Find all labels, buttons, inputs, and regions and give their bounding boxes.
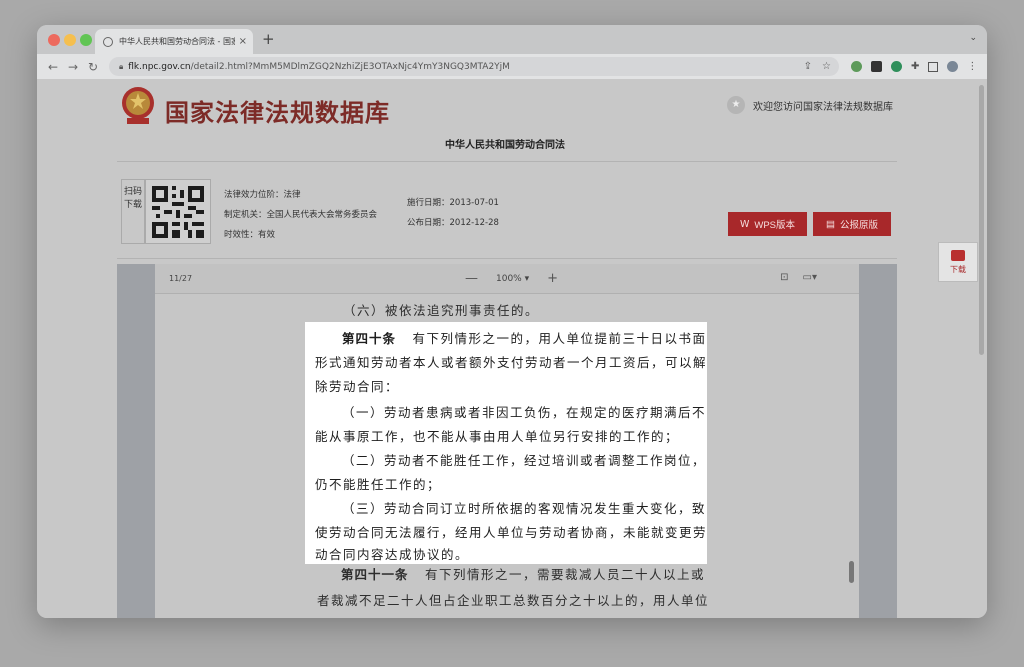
pdf-file-icon: ▤ bbox=[826, 218, 835, 230]
zoom-controls: — 100% ▾ + bbox=[465, 271, 558, 286]
url-text: flk.npc.gov.cn/detail2.html?MmM5MDlmZGQ2… bbox=[128, 61, 510, 72]
star-badge-icon: ★ bbox=[727, 96, 745, 114]
address-bar[interactable]: 🔒︎ flk.npc.gov.cn/detail2.html?MmM5MDlmZ… bbox=[109, 57, 839, 76]
article-40-line: 第四十条 有下列情形之一的，用人单位提前三十日以书面 bbox=[342, 331, 707, 346]
law-title: 中华人民共和国劳动合同法 bbox=[445, 140, 565, 151]
pdf-scrollbar[interactable] bbox=[849, 561, 854, 583]
text-line: 仍不能胜任工作的； bbox=[315, 477, 442, 492]
text-line: （二）劳动者不能胜任工作，经过培训或者调整工作岗位， bbox=[342, 453, 707, 468]
text-line: 使劳动合同无法履行，经用人单位与劳动者协商，未能就变更劳 bbox=[315, 525, 708, 540]
kebab-menu-icon[interactable]: ⋮ bbox=[967, 61, 977, 72]
text-line: （六）被依法追究刑事责任的。 bbox=[343, 303, 540, 318]
forward-icon[interactable]: → bbox=[63, 60, 83, 74]
close-window-button[interactable] bbox=[48, 34, 60, 46]
law-meta-left: 法律效力位阶：法律 制定机关：全国人民代表大会常务委员会 时效性：有效 bbox=[224, 185, 377, 245]
extension-dark-icon[interactable] bbox=[871, 61, 882, 72]
zoom-level-select[interactable]: 100% ▾ bbox=[496, 274, 529, 284]
puzzle-icon[interactable]: ✚ bbox=[911, 61, 919, 72]
zoom-out-button[interactable]: — bbox=[465, 271, 478, 286]
share-icon[interactable]: ⇪ bbox=[804, 61, 812, 72]
back-icon[interactable]: ← bbox=[43, 60, 63, 74]
wps-icon: 𝖶 bbox=[739, 218, 750, 230]
wps-version-button[interactable]: 𝖶 WPS版本 bbox=[728, 212, 807, 236]
chevron-down-icon[interactable]: ⌄ bbox=[969, 33, 977, 43]
download-icon bbox=[951, 249, 965, 261]
effective-date: 施行日期：2013-07-01 bbox=[407, 198, 499, 208]
divider bbox=[117, 258, 897, 259]
extension-green-icon[interactable] bbox=[851, 61, 862, 72]
gazette-original-button[interactable]: ▤ 公报原版 bbox=[813, 212, 891, 236]
bookmark-star-icon[interactable]: ☆ bbox=[822, 61, 831, 72]
highlighted-article-40: 第四十条 有下列情形之一的，用人单位提前三十日以书面 形式通知劳动者本人或者额外… bbox=[305, 322, 707, 564]
reload-icon[interactable]: ↻ bbox=[83, 60, 103, 74]
tab-title: 中华人民共和国劳动合同法 - 国家 bbox=[119, 37, 235, 46]
sidebar-icon[interactable] bbox=[928, 61, 939, 72]
minimize-window-button[interactable] bbox=[64, 34, 76, 46]
text-line: （三）劳动合同订立时所依据的客观情况发生重大变化，致 bbox=[342, 501, 707, 516]
extension-grammar-icon[interactable] bbox=[891, 61, 902, 72]
effect-level: 法律效力位阶：法律 bbox=[224, 190, 301, 200]
browser-toolbar: ← → ↻ 🔒︎ flk.npc.gov.cn/detail2.html?MmM… bbox=[37, 54, 987, 79]
scan-download-label: 扫码下载 bbox=[121, 179, 145, 244]
text-line: 除劳动合同： bbox=[315, 379, 400, 394]
view-mode-icon[interactable]: ▭▾ bbox=[803, 272, 817, 283]
enacting-authority: 制定机关：全国人民代表大会常务委员会 bbox=[224, 210, 378, 220]
page-counter: 11/27 bbox=[169, 274, 193, 283]
pdf-toolbar: 11/27 — 100% ▾ + ⊡ ▭▾ bbox=[155, 264, 859, 294]
national-emblem-icon bbox=[122, 87, 154, 124]
welcome-message: ★ 欢迎您访问国家法律法规数据库 bbox=[727, 96, 893, 114]
qr-code bbox=[145, 179, 211, 244]
floating-download-button[interactable]: 下载 bbox=[938, 242, 978, 282]
site-title: 国家法律法规数据库 bbox=[165, 99, 390, 127]
avatar[interactable] bbox=[947, 61, 959, 72]
text-line: 形式通知劳动者本人或者额外支付劳动者一个月工资后，可以解 bbox=[315, 355, 708, 370]
publish-date: 公布日期：2012-12-28 bbox=[407, 218, 499, 228]
zoom-window-button[interactable] bbox=[80, 34, 92, 46]
validity-status: 时效性：有效 bbox=[224, 230, 276, 240]
law-meta-dates: 施行日期：2013-07-01 公布日期：2012-12-28 bbox=[407, 185, 499, 233]
qr-code-icon bbox=[152, 185, 204, 238]
text-line: 动合同内容达成协议的。 bbox=[315, 547, 470, 562]
globe-icon bbox=[103, 36, 113, 47]
page-scrollbar[interactable] bbox=[979, 85, 984, 355]
fit-page-icon[interactable]: ⊡ bbox=[780, 272, 788, 283]
browser-tab[interactable]: 中华人民共和国劳动合同法 - 国家 × bbox=[95, 29, 253, 54]
tab-close-icon[interactable]: × bbox=[239, 36, 247, 47]
text-line: 能从事原工作，也不能从事由用人单位另行安排的工作的； bbox=[315, 429, 680, 444]
new-tab-button[interactable]: + bbox=[262, 30, 275, 48]
article-41-line: 第四十一条 有下列情形之一，需要裁减人员二十人以上或 bbox=[341, 567, 705, 582]
tab-bar: 中华人民共和国劳动合同法 - 国家 × + ⌄ bbox=[37, 25, 987, 54]
zoom-in-button[interactable]: + bbox=[547, 271, 558, 286]
divider bbox=[117, 161, 897, 162]
text-line: （一）劳动者患病或者非因工负伤，在规定的医疗期满后不 bbox=[342, 405, 707, 420]
text-line: 者裁减不足二十人但占企业职工总数百分之十以上的，用人单位 bbox=[317, 593, 710, 608]
lock-icon: 🔒︎ bbox=[119, 61, 124, 71]
